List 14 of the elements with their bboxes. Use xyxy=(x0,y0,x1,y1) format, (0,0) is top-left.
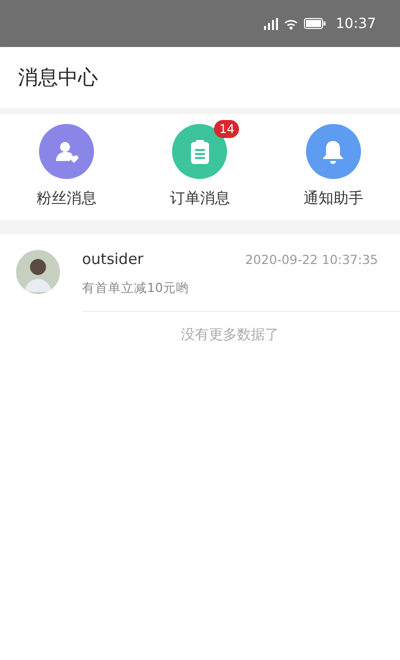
avatar xyxy=(16,250,60,294)
bell-icon xyxy=(322,140,344,164)
page-title: 消息中心 xyxy=(18,64,98,91)
signal-icon xyxy=(264,18,278,30)
wifi-icon xyxy=(284,18,298,30)
shortcut-button[interactable]: 粉丝消息 xyxy=(0,124,134,208)
message-preview: 有首单立减10元哟 xyxy=(82,280,190,297)
sender-name: outsider xyxy=(82,250,144,268)
shortcut-button[interactable]: 通知助手 xyxy=(266,124,400,208)
message-time: 2020-09-22 10:37:35 xyxy=(245,252,378,266)
status-time: 10:37 xyxy=(336,16,376,32)
end-of-list-note: 没有更多数据了 xyxy=(180,326,280,344)
battery-icon xyxy=(304,18,326,29)
count-badge: 14 xyxy=(214,120,240,138)
